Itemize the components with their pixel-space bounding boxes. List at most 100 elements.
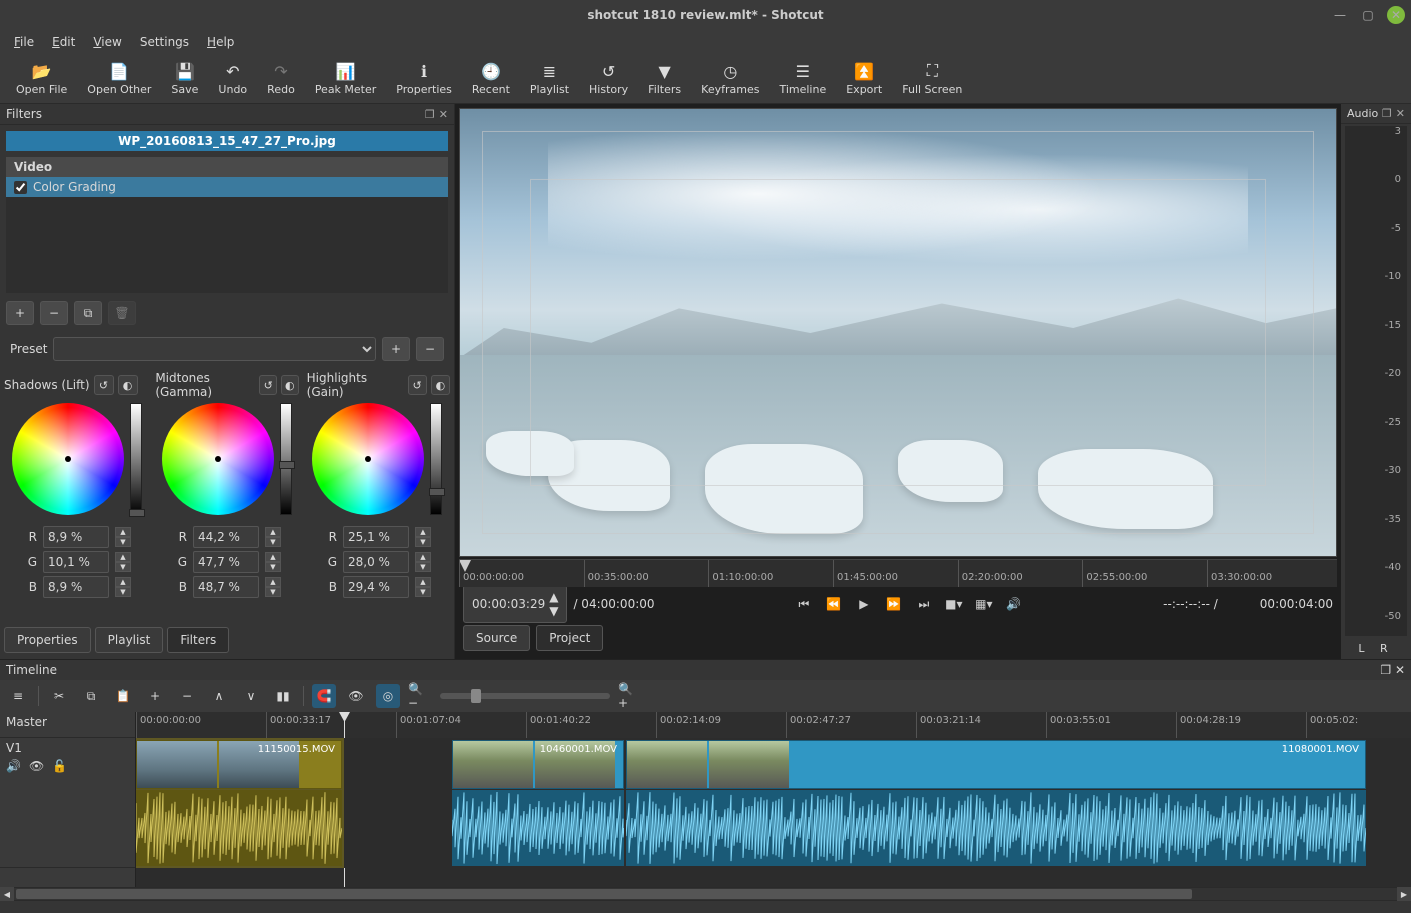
menu-view[interactable]: View xyxy=(85,33,129,51)
audio-dock-icon[interactable]: ❐ xyxy=(1382,107,1392,120)
toolbar-open-other[interactable]: 📄Open Other xyxy=(77,59,161,98)
scroll-left-button[interactable]: ◀ xyxy=(0,887,14,901)
track-v1[interactable]: 11150015.MOV 10460001.MOV11080001.MOV xyxy=(136,738,1411,868)
menu-settings[interactable]: Settings xyxy=(132,33,197,51)
toolbar-playlist[interactable]: ≣Playlist xyxy=(520,59,579,98)
tab-properties[interactable]: Properties xyxy=(4,627,91,653)
tab-filters[interactable]: Filters xyxy=(167,627,229,653)
shadows-color-wheel[interactable] xyxy=(12,403,124,515)
preset-remove-button[interactable]: − xyxy=(416,337,444,361)
shadows-keyframe-button[interactable]: ◐ xyxy=(118,375,138,395)
toolbar-peak-meter[interactable]: 📊Peak Meter xyxy=(305,59,386,98)
clip[interactable]: 11150015.MOV xyxy=(136,740,342,789)
toolbar-history[interactable]: ↺History xyxy=(579,59,638,98)
shadows-reset-button[interactable]: ↺ xyxy=(94,375,114,395)
shadows-g-spinner[interactable]: ▲▼ xyxy=(115,552,131,572)
highlights-g-spinner[interactable]: ▲▼ xyxy=(415,552,431,572)
toolbar-keyframes[interactable]: ◷Keyframes xyxy=(691,59,769,98)
preset-add-button[interactable]: + xyxy=(382,337,410,361)
clip[interactable]: 11080001.MOV xyxy=(626,740,1366,789)
volume-button[interactable]: 🔊 xyxy=(1002,593,1026,615)
midtones-color-wheel[interactable] xyxy=(162,403,274,515)
paste-filter-button[interactable]: 🗑 xyxy=(108,301,136,325)
track-lock-icon[interactable]: 🔓 xyxy=(52,759,67,773)
highlights-b-field[interactable]: 29,4 % xyxy=(343,576,409,598)
midtones-b-field[interactable]: 48,7 % xyxy=(193,576,259,598)
shadows-b-field[interactable]: 8,9 % xyxy=(43,576,109,598)
add-filter-button[interactable]: + xyxy=(6,301,34,325)
track-hide-icon[interactable]: 👁 xyxy=(29,759,44,773)
toolbar-timeline[interactable]: ☰Timeline xyxy=(769,59,836,98)
shadows-luma-slider[interactable] xyxy=(130,403,142,515)
timeline-close-icon[interactable]: ✕ xyxy=(1395,663,1405,677)
tl-snap-button[interactable]: 🧲 xyxy=(312,684,336,708)
midtones-g-spinner[interactable]: ▲▼ xyxy=(265,552,281,572)
menu-file[interactable]: File xyxy=(6,33,42,51)
shadows-r-spinner[interactable]: ▲▼ xyxy=(115,527,131,547)
highlights-luma-slider[interactable] xyxy=(430,403,442,515)
menu-edit[interactable]: Edit xyxy=(44,33,83,51)
tab-project[interactable]: Project xyxy=(536,625,603,651)
tl-remove-button[interactable]: − xyxy=(175,684,199,708)
tl-ripple-button[interactable]: ◎ xyxy=(376,684,400,708)
highlights-g-field[interactable]: 28,0 % xyxy=(343,551,409,573)
tl-zoom-out-button[interactable]: 🔍− xyxy=(408,684,432,708)
timeline-hscroll[interactable]: ◀ ▶ xyxy=(0,887,1411,901)
tab-source[interactable]: Source xyxy=(463,625,530,651)
midtones-b-spinner[interactable]: ▲▼ xyxy=(265,577,281,597)
toolbar-export[interactable]: ⏫Export xyxy=(836,59,892,98)
tl-copy-button[interactable]: ⧉ xyxy=(79,684,103,708)
toolbar-properties[interactable]: ℹProperties xyxy=(386,59,462,98)
tl-append-button[interactable]: + xyxy=(143,684,167,708)
toolbar-undo[interactable]: ↶Undo xyxy=(208,59,257,98)
maximize-button[interactable]: ▢ xyxy=(1359,6,1377,24)
minimize-button[interactable]: — xyxy=(1331,6,1349,24)
panel-close-icon[interactable]: ✕ xyxy=(439,108,448,121)
scroll-right-button[interactable]: ▶ xyxy=(1397,887,1411,901)
forward-button[interactable]: ⏩ xyxy=(882,593,906,615)
tl-zoom-slider[interactable] xyxy=(440,693,610,699)
audio-close-icon[interactable]: ✕ xyxy=(1396,107,1405,120)
clip[interactable]: 10460001.MOV xyxy=(452,740,624,789)
panel-dock-icon[interactable]: ❐ xyxy=(425,108,435,121)
current-timecode[interactable]: 00:00:03:29 ▲▼ xyxy=(463,585,567,623)
tl-cut-button[interactable]: ✂ xyxy=(47,684,71,708)
track-header-v1[interactable]: V1 🔊 👁 🔓 xyxy=(0,738,135,868)
skip-prev-button[interactable]: ⏮ xyxy=(792,593,816,615)
tl-lift-button[interactable]: ∧ xyxy=(207,684,231,708)
shadows-b-spinner[interactable]: ▲▼ xyxy=(115,577,131,597)
midtones-r-field[interactable]: 44,2 % xyxy=(193,526,259,548)
play-button[interactable]: ▶ xyxy=(852,593,876,615)
midtones-luma-slider[interactable] xyxy=(280,403,292,515)
tl-paste-button[interactable]: 📋 xyxy=(111,684,135,708)
video-preview[interactable] xyxy=(459,108,1337,557)
highlights-reset-button[interactable]: ↺ xyxy=(408,375,427,395)
toolbar-full-screen[interactable]: ⛶Full Screen xyxy=(892,59,972,98)
toolbar-recent[interactable]: 🕘Recent xyxy=(462,59,520,98)
tl-zoom-in-button[interactable]: 🔍+ xyxy=(618,684,642,708)
track-mute-icon[interactable]: 🔊 xyxy=(6,759,21,773)
highlights-r-field[interactable]: 25,1 % xyxy=(343,526,409,548)
midtones-g-field[interactable]: 47,7 % xyxy=(193,551,259,573)
highlights-keyframe-button[interactable]: ◐ xyxy=(431,375,450,395)
preset-select[interactable] xyxy=(53,337,376,361)
preview-ruler[interactable]: 00:00:00:0000:35:00:0001:10:00:0001:45:0… xyxy=(459,559,1337,587)
toolbar-open-file[interactable]: 📂Open File xyxy=(6,59,77,98)
tl-split-button[interactable]: ▮▮ xyxy=(271,684,295,708)
tl-overwrite-button[interactable]: ∨ xyxy=(239,684,263,708)
midtones-keyframe-button[interactable]: ◐ xyxy=(281,375,299,395)
stop-button[interactable]: ■▾ xyxy=(942,593,966,615)
tl-scrub-button[interactable]: 👁 xyxy=(344,684,368,708)
highlights-color-wheel[interactable] xyxy=(312,403,424,515)
timeline-ruler[interactable]: 00:00:00:0000:00:33:1700:01:07:0400:01:4… xyxy=(136,712,1411,738)
midtones-reset-button[interactable]: ↺ xyxy=(259,375,277,395)
timeline-dock-icon[interactable]: ❐ xyxy=(1380,663,1391,677)
menu-help[interactable]: Help xyxy=(199,33,242,51)
track-header-master[interactable]: Master xyxy=(0,712,135,738)
highlights-b-spinner[interactable]: ▲▼ xyxy=(415,577,431,597)
close-button[interactable]: ✕ xyxy=(1387,6,1405,24)
shadows-r-field[interactable]: 8,9 % xyxy=(43,526,109,548)
toolbar-save[interactable]: 💾Save xyxy=(161,59,208,98)
toolbar-filters[interactable]: ▼Filters xyxy=(638,59,691,98)
shadows-g-field[interactable]: 10,1 % xyxy=(43,551,109,573)
